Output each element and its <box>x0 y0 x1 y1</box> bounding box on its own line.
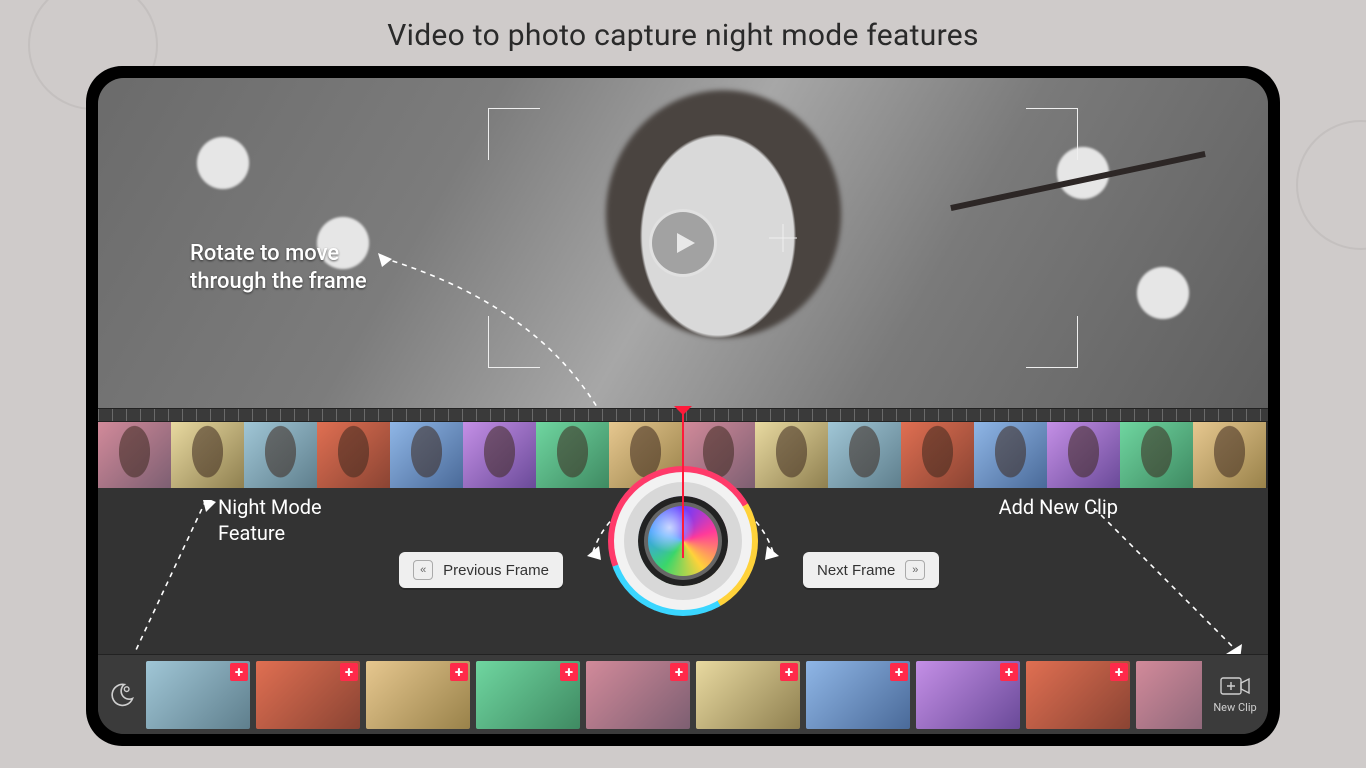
previous-frame-label: Previous Frame <box>443 562 549 579</box>
timeline-frame[interactable] <box>244 422 317 488</box>
timeline-frame[interactable] <box>317 422 390 488</box>
timeline-frame[interactable] <box>901 422 974 488</box>
add-clip-badge[interactable]: + <box>890 663 908 681</box>
night-mode-button[interactable] <box>98 655 146 735</box>
clip-list[interactable]: + + + + + + + + + + <box>146 661 1202 729</box>
playhead[interactable] <box>682 408 684 558</box>
add-clip-badge[interactable]: + <box>670 663 688 681</box>
add-clip-annotation: Add New Clip <box>999 494 1118 520</box>
film-reel-icon <box>1296 120 1366 250</box>
clip-item[interactable]: + <box>806 661 910 729</box>
add-clip-arrow <box>1084 508 1244 658</box>
timeline-frame[interactable] <box>1120 422 1193 488</box>
timeline-frame[interactable] <box>828 422 901 488</box>
add-clip-badge[interactable]: + <box>1110 663 1128 681</box>
clip-item[interactable]: + <box>146 661 250 729</box>
clip-item[interactable]: + <box>1026 661 1130 729</box>
timeline-frame[interactable] <box>536 422 609 488</box>
add-clip-badge[interactable]: + <box>1000 663 1018 681</box>
timeline-frame[interactable] <box>390 422 463 488</box>
new-clip-button[interactable]: New Clip <box>1202 655 1268 735</box>
add-clip-badge[interactable]: + <box>560 663 578 681</box>
clip-item[interactable]: + <box>1136 661 1202 729</box>
timeline-frame[interactable] <box>463 422 536 488</box>
clip-item[interactable]: + <box>586 661 690 729</box>
timeline-frame[interactable] <box>755 422 828 488</box>
clip-item[interactable]: + <box>476 661 580 729</box>
moon-gear-icon <box>108 681 136 709</box>
clip-item[interactable]: + <box>256 661 360 729</box>
rotate-annotation: Rotate to move through the frame <box>190 240 367 295</box>
clip-item[interactable]: + <box>696 661 800 729</box>
night-arrow <box>126 500 226 660</box>
timeline-frame[interactable] <box>1047 422 1120 488</box>
clip-item[interactable]: + <box>366 661 470 729</box>
chevron-left-icon: « <box>413 560 433 580</box>
timeline-frame[interactable] <box>1193 422 1266 488</box>
previous-frame-button[interactable]: « Previous Frame <box>399 552 563 588</box>
next-frame-button[interactable]: Next Frame » <box>803 552 939 588</box>
add-clip-badge[interactable]: + <box>780 663 798 681</box>
timeline-frame[interactable] <box>974 422 1047 488</box>
add-clip-badge[interactable]: + <box>340 663 358 681</box>
add-clip-badge[interactable]: + <box>450 663 468 681</box>
chevron-right-icon: » <box>905 560 925 580</box>
video-add-icon <box>1220 675 1250 697</box>
app-screen: Rotate to move through the frame <box>98 78 1268 734</box>
add-clip-badge[interactable]: + <box>230 663 248 681</box>
video-preview[interactable]: Rotate to move through the frame <box>98 78 1268 408</box>
next-frame-label: Next Frame <box>817 562 895 579</box>
night-mode-annotation: Night Mode Feature <box>218 494 322 546</box>
tablet-frame: Rotate to move through the frame <box>86 66 1280 746</box>
clip-tray: + + + + + + + + + + New Clip <box>98 654 1268 734</box>
new-clip-label: New Clip <box>1213 701 1256 714</box>
clip-item[interactable]: + <box>916 661 1020 729</box>
timeline-frame[interactable] <box>98 422 171 488</box>
play-button[interactable] <box>649 209 717 277</box>
page-title: Video to photo capture night mode featur… <box>0 0 1366 53</box>
play-icon <box>673 231 697 255</box>
timeline-frame[interactable] <box>171 422 244 488</box>
